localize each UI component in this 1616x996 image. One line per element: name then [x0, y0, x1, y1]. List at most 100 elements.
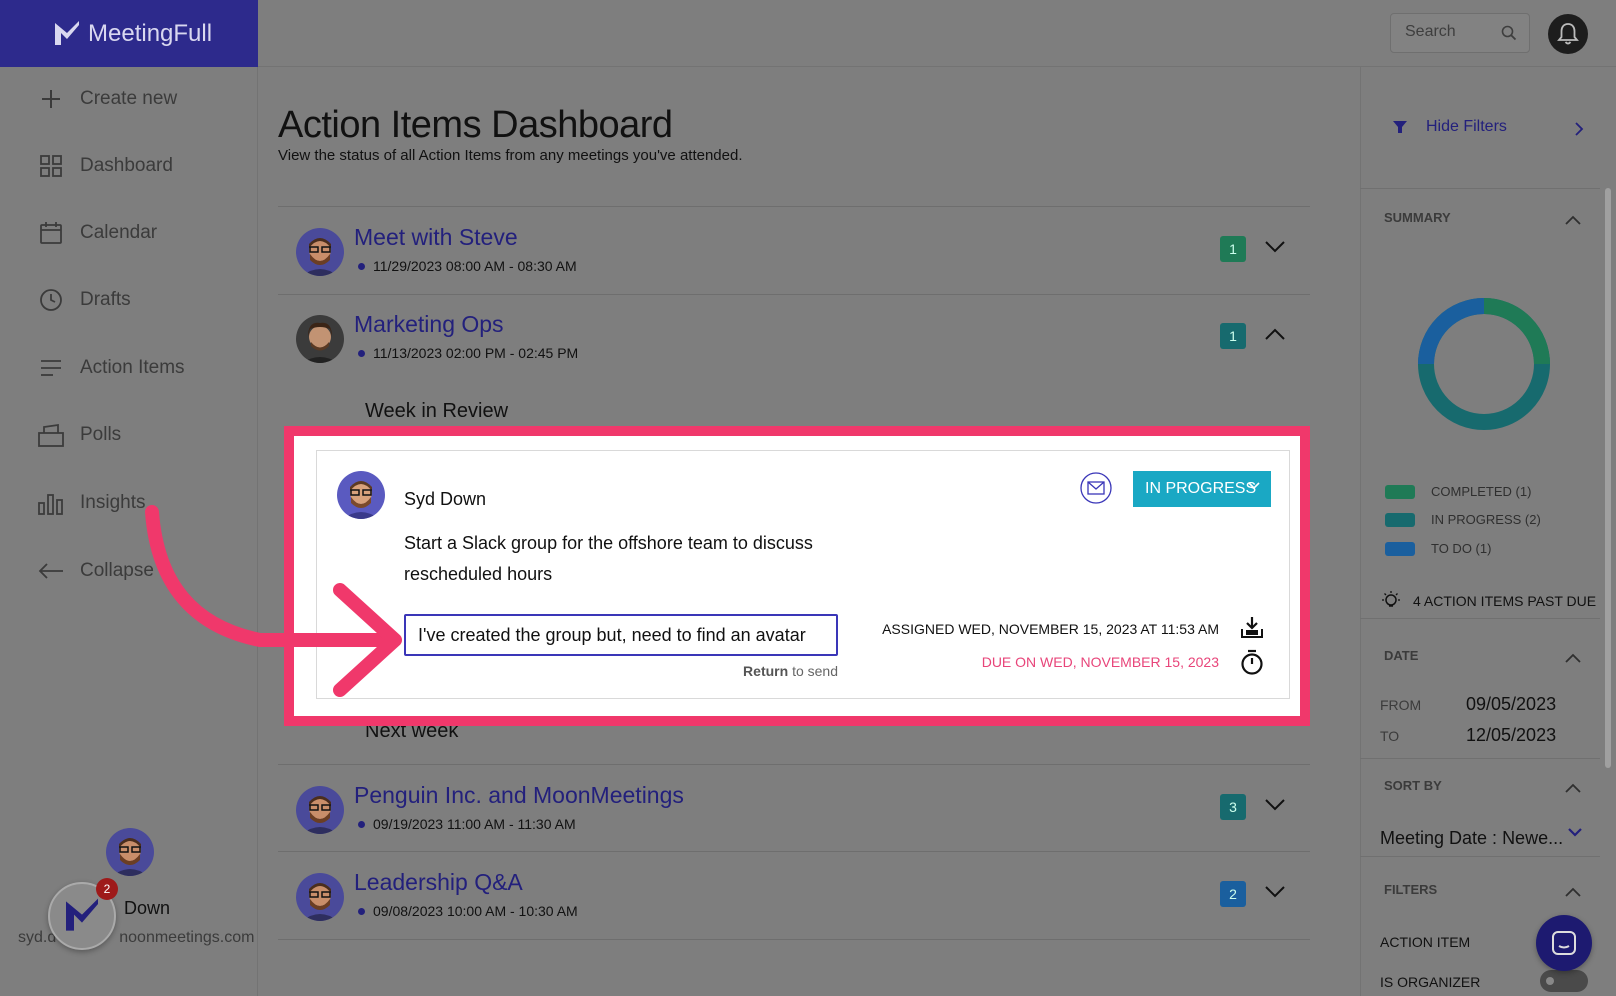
notification-badge: 2	[96, 878, 118, 900]
sidebar-item-dashboard[interactable]: Dashboard	[38, 153, 173, 179]
action-item-description: Start a Slack group for the offshore tea…	[404, 533, 813, 584]
action-count-badge: 1	[1220, 236, 1246, 262]
dot-icon	[358, 349, 365, 357]
sidebar-item-create-new[interactable]: Create new	[38, 86, 177, 112]
sidebar-item-drafts[interactable]: Drafts	[38, 287, 131, 313]
status-dropdown[interactable]: IN PROGRESS	[1133, 471, 1271, 507]
lightbulb-icon	[1382, 591, 1400, 607]
sidebar-item-label: Insights	[80, 492, 146, 513]
divider	[1360, 758, 1600, 759]
chevron-up-icon[interactable]	[1564, 886, 1582, 898]
from-date[interactable]: 09/05/2023	[1466, 694, 1556, 715]
chevron-up-icon[interactable]	[1564, 652, 1582, 664]
page-subtitle: View the status of all Action Items from…	[278, 147, 743, 164]
sort-select[interactable]: Meeting Date : Newe...	[1380, 828, 1563, 849]
meeting-title[interactable]: Leadership Q&A	[354, 869, 523, 896]
chevron-down-icon[interactable]	[1567, 826, 1583, 838]
app-name: MeetingFull	[88, 19, 213, 47]
meeting-title[interactable]: Marketing Ops	[354, 311, 504, 338]
summary-donut-chart	[1418, 298, 1550, 430]
page-title: Action Items Dashboard	[278, 104, 673, 146]
meetingfull-logo-icon	[55, 20, 79, 45]
chevron-down-icon[interactable]	[1264, 885, 1286, 899]
to-label: TO	[1380, 728, 1400, 744]
download-icon[interactable]	[1240, 615, 1264, 639]
meeting-time: 09/08/2023 10:00 AM - 10:30 AM	[358, 903, 578, 919]
past-due-notice: 4 ACTION ITEMS PAST DUE	[1381, 590, 1596, 612]
scrollbar[interactable]	[1605, 188, 1611, 768]
sidebar-item-action-items[interactable]: Action Items	[38, 355, 185, 381]
legend-swatch	[1385, 484, 1415, 499]
due-date: DUE ON WED, NOVEMBER 15, 2023	[981, 654, 1219, 670]
reply-input[interactable]	[404, 614, 838, 656]
hide-filters-label: Hide Filters	[1426, 118, 1507, 135]
action-count-badge: 3	[1220, 794, 1246, 820]
status-label: IN PROGRESS	[1145, 480, 1257, 497]
action-item-card: Syd Down Start a Slack group for the off…	[316, 450, 1290, 699]
plus-icon	[38, 86, 64, 112]
sidebar-item-calendar[interactable]: Calendar	[38, 220, 157, 246]
email-reminder-icon[interactable]	[1079, 471, 1113, 505]
notifications-button[interactable]	[1548, 14, 1588, 54]
divider	[1360, 856, 1600, 857]
search-placeholder: Search	[1405, 23, 1456, 40]
meeting-row[interactable]: Marketing Ops 11/13/2023 02:00 PM - 02:4…	[296, 311, 1296, 371]
user-name: Down	[124, 898, 171, 918]
toggle-knob	[1546, 977, 1554, 985]
chevron-down-icon[interactable]	[1264, 240, 1286, 254]
sidebar-item-label: Create new	[80, 88, 178, 109]
chevron-right-icon[interactable]	[1573, 120, 1585, 138]
divider	[278, 206, 1310, 207]
chevron-up-icon[interactable]	[1564, 214, 1582, 226]
meetingfull-logo-icon	[66, 898, 98, 931]
clock-icon	[38, 287, 64, 313]
chat-icon	[1552, 931, 1576, 955]
bell-icon	[1557, 23, 1579, 45]
divider	[1360, 618, 1600, 619]
avatar	[296, 786, 344, 834]
meeting-row[interactable]: Penguin Inc. and MoonMeetings 09/19/2023…	[296, 782, 1296, 842]
divider	[1360, 188, 1600, 189]
search-input[interactable]: Search	[1390, 13, 1530, 53]
avatar	[296, 873, 344, 921]
filters-label: FILTERS	[1384, 882, 1438, 897]
sidebar-item-label: Polls	[80, 424, 122, 445]
meeting-row[interactable]: Leadership Q&A 09/08/2023 10:00 AM - 10:…	[296, 869, 1296, 929]
chat-button[interactable]	[1536, 915, 1592, 971]
chevron-up-icon[interactable]	[1264, 327, 1286, 341]
divider	[278, 939, 1310, 940]
list-icon	[38, 355, 64, 381]
bar-chart-icon	[38, 490, 64, 516]
to-date[interactable]: 12/05/2023	[1466, 725, 1556, 746]
divider	[278, 764, 1310, 765]
date-label: DATE	[1384, 648, 1419, 663]
reply-hint: Return to send	[743, 663, 838, 679]
sidebar-item-collapse[interactable]: Collapse	[38, 558, 154, 584]
from-label: FROM	[1380, 697, 1422, 713]
legend-swatch	[1385, 541, 1415, 556]
app-logo[interactable]: MeetingFull	[0, 0, 258, 67]
user-avatar[interactable]	[106, 828, 154, 876]
legend-swatch	[1385, 512, 1415, 527]
timer-icon[interactable]	[1240, 649, 1264, 675]
sidebar-item-polls[interactable]: Polls	[38, 422, 121, 448]
summary-label: SUMMARY	[1384, 210, 1451, 225]
meeting-title[interactable]: Meet with Steve	[354, 224, 518, 251]
legend-completed: COMPLETED (1)	[1385, 484, 1531, 499]
sidebar-item-label: Drafts	[80, 289, 131, 310]
dot-icon	[358, 820, 365, 828]
hide-filters-button[interactable]: Hide Filters	[1392, 118, 1507, 136]
calendar-icon	[38, 220, 64, 246]
chevron-down-icon[interactable]	[1264, 798, 1286, 812]
filter-icon	[1393, 121, 1407, 133]
filter-action-item: ACTION ITEM	[1380, 934, 1471, 950]
sidebar-item-insights[interactable]: Insights	[38, 490, 145, 516]
section-week-in-review: Week in Review	[365, 400, 509, 422]
search-icon	[1501, 25, 1517, 41]
meeting-row[interactable]: Meet with Steve 11/29/2023 08:00 AM - 08…	[296, 224, 1296, 284]
assigned-date: ASSIGNED WED, NOVEMBER 15, 2023 AT 11:53…	[882, 621, 1219, 637]
chevron-up-icon[interactable]	[1564, 782, 1582, 794]
action-count-badge: 2	[1220, 881, 1246, 907]
meeting-title[interactable]: Penguin Inc. and MoonMeetings	[354, 782, 684, 809]
is-organizer-toggle[interactable]	[1540, 970, 1588, 992]
